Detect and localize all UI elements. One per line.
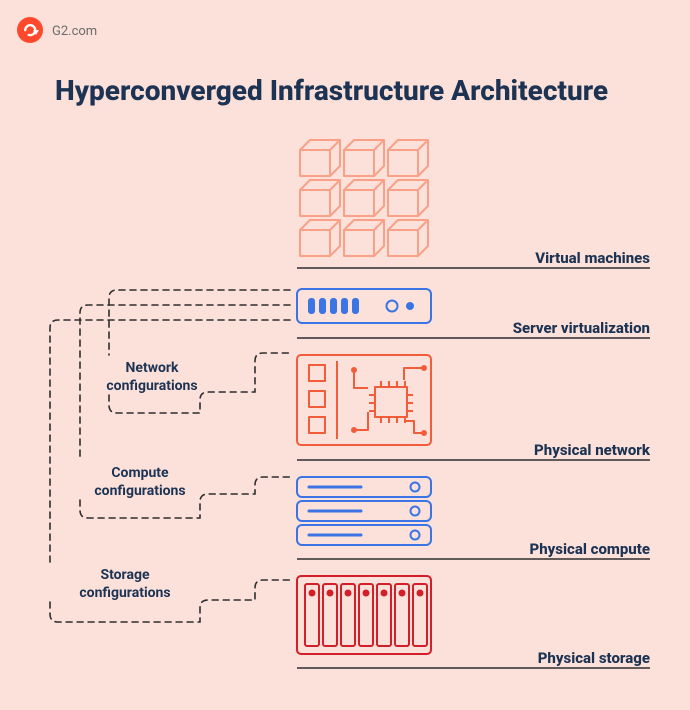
- config-connectors: [50, 290, 290, 622]
- net-config-arc-top: [109, 290, 290, 355]
- svg-text:configurations: configurations: [106, 378, 197, 394]
- storage-config-arc-top: [50, 320, 290, 562]
- physical-storage-icon: [297, 576, 431, 654]
- svg-text:Compute: Compute: [111, 465, 169, 481]
- page-title: Hyperconverged Infrastructure Architectu…: [55, 74, 608, 107]
- diagram-canvas: G2.com Hyperconverged Infrastructure Arc…: [0, 0, 690, 710]
- brand-name: G2.com: [52, 24, 97, 39]
- config-label-storage: Storage configurations: [79, 567, 170, 601]
- config-label-compute: Compute configurations: [94, 465, 185, 499]
- svg-text:configurations: configurations: [79, 585, 170, 601]
- virtual-machines-label: Virtual machines: [535, 249, 650, 267]
- physical-compute-icon: [297, 477, 431, 545]
- server-virtualization-label: Server virtualization: [513, 319, 650, 337]
- server-virtualization-icon: [297, 289, 431, 323]
- physical-network-icon: [297, 355, 431, 445]
- physical-storage-label: Physical storage: [538, 649, 650, 667]
- virtual-machines-icon: [300, 140, 428, 256]
- svg-text:Network: Network: [126, 360, 179, 376]
- svg-text:configurations: configurations: [94, 483, 185, 499]
- brand-logo: [17, 17, 43, 43]
- physical-compute-label: Physical compute: [529, 540, 650, 558]
- svg-text:Storage: Storage: [100, 567, 149, 583]
- physical-network-label: Physical network: [534, 441, 651, 459]
- config-label-network: Network configurations: [106, 360, 197, 394]
